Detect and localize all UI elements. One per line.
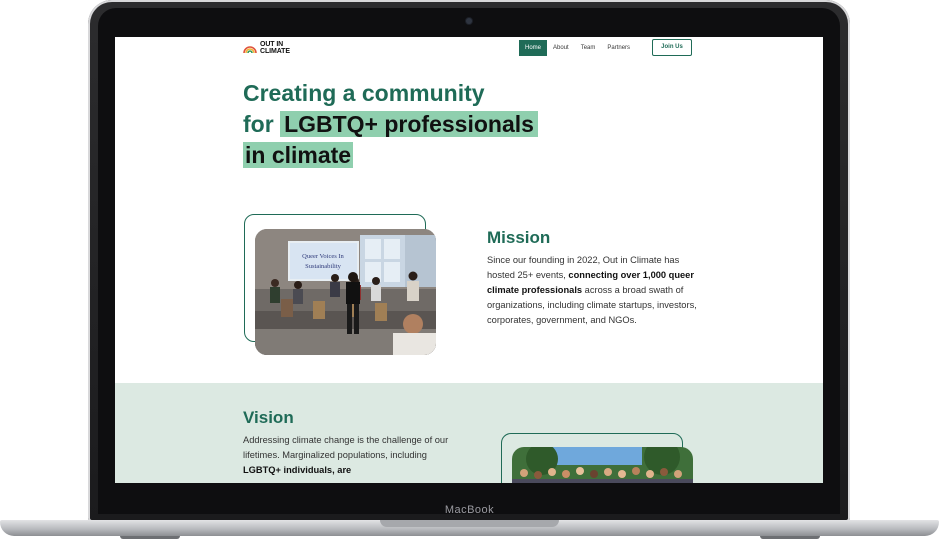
hero-heading: Creating a community for LGBTQ+ professi…	[243, 78, 538, 171]
hero-highlight-lgbtq: LGBTQ+ professionals	[280, 111, 538, 137]
macbook-brand-label: MacBook	[444, 504, 495, 516]
mission-paragraph: Since our founding in 2022, Out in Clima…	[487, 253, 697, 328]
browser-screen: OUT IN CLIMATE Home About Team Partners …	[115, 37, 823, 483]
site-logo[interactable]: OUT IN CLIMATE	[243, 40, 290, 56]
nav-partners[interactable]: Partners	[601, 40, 636, 56]
laptop-foot-left	[120, 536, 180, 539]
main-nav: Home About Team Partners	[519, 40, 636, 56]
vision-section	[115, 383, 823, 483]
laptop-foot-right	[760, 536, 820, 539]
vision-paragraph: Addressing climate change is the challen…	[243, 433, 453, 478]
vision-group-photo	[512, 447, 693, 483]
camera-icon	[466, 18, 472, 24]
logo-text-line2: CLIMATE	[260, 48, 290, 55]
logo-text-line1: OUT IN	[260, 41, 284, 48]
nav-home[interactable]: Home	[519, 40, 548, 56]
hero-line-3: in climate	[243, 140, 538, 171]
vision-text-bold: LGBTQ+ individuals, are	[243, 465, 352, 475]
hero-line-1: Creating a community	[243, 80, 485, 106]
nav-team[interactable]: Team	[575, 40, 602, 56]
photo-screen-text-1: Queer Voices In	[302, 253, 344, 260]
rainbow-logo-icon	[243, 46, 257, 54]
vision-title: Vision	[243, 408, 294, 427]
hero-line-2: for LGBTQ+ professionals	[243, 109, 538, 140]
join-us-button[interactable]: Join Us	[652, 39, 692, 56]
nav-about[interactable]: About	[547, 40, 575, 56]
photo-screen-text-2: Sustainability	[305, 263, 342, 270]
vision-text-a: Addressing climate change is the challen…	[243, 435, 449, 460]
logo-wordmark: OUT IN CLIMATE	[260, 41, 290, 55]
mission-event-photo: Queer Voices In Sustainability	[255, 229, 436, 355]
hero-line-2-prefix: for	[243, 111, 274, 137]
mission-title: Mission	[487, 228, 551, 247]
laptop-notch	[380, 520, 559, 527]
hero-highlight-climate: in climate	[243, 142, 354, 168]
